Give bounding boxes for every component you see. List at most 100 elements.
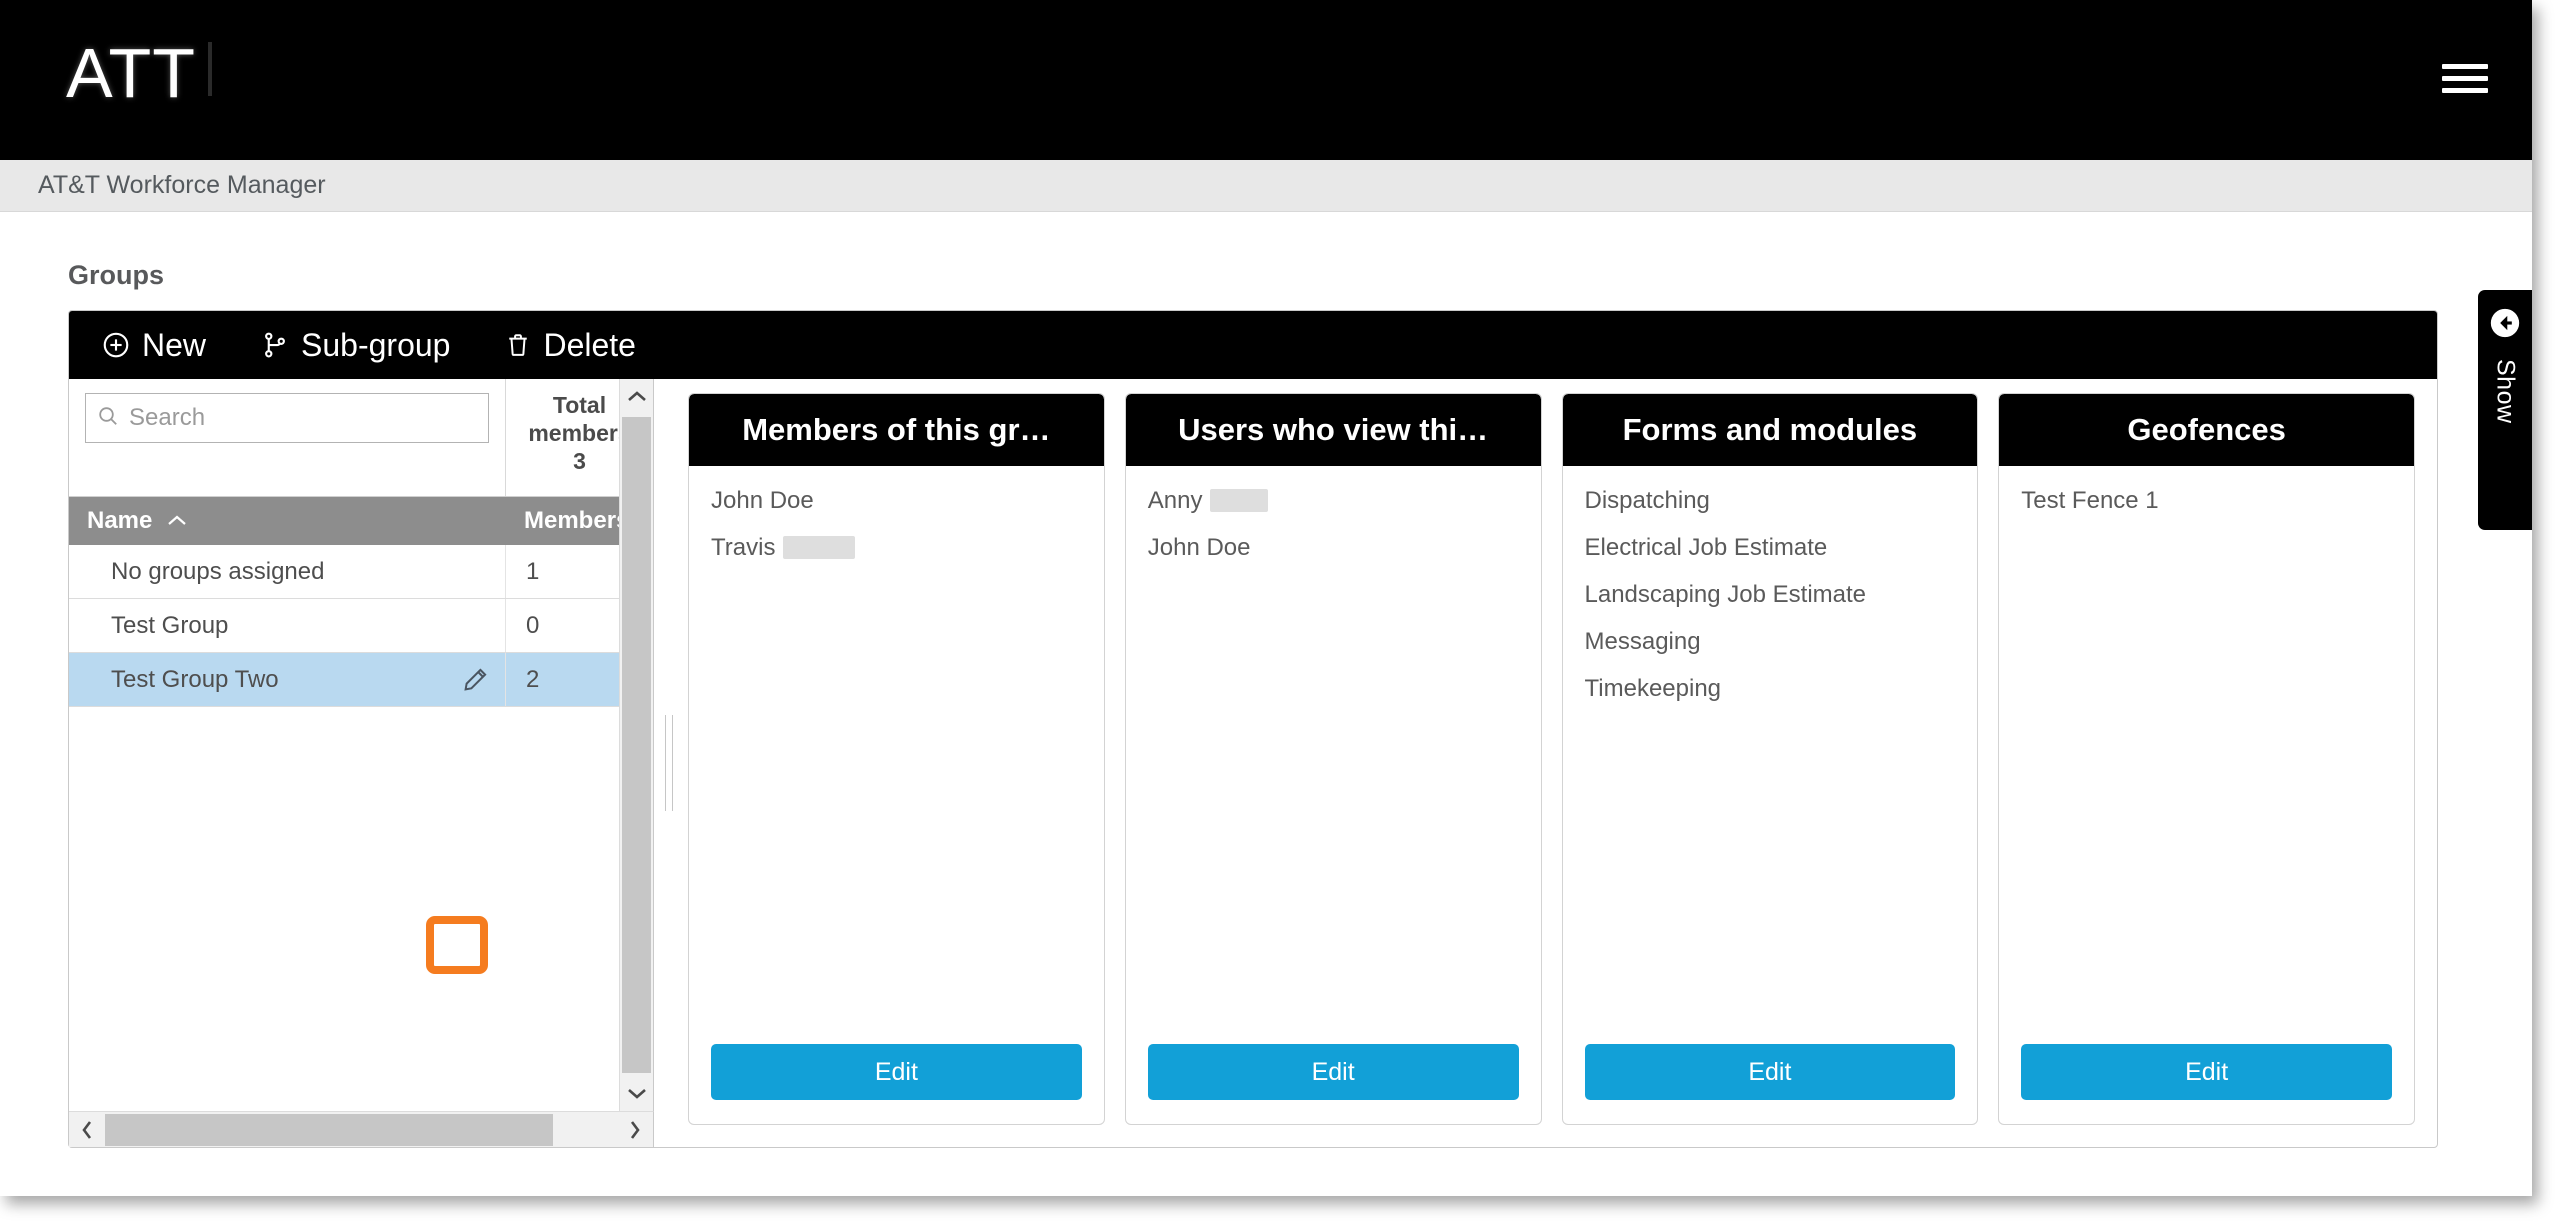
card-title: Forms and modules: [1562, 394, 1978, 466]
content-area: Groups New Sub-group Delete Search Total…: [0, 212, 2532, 1196]
grid-scroll-area: Total members 3 Name: [69, 379, 654, 1111]
table-row[interactable]: Test Group 0: [69, 599, 653, 653]
top-header-bar: ATT: [0, 0, 2532, 160]
card-body: Test Fence 1: [1999, 466, 2414, 1044]
grid-filter-row: Total members 3: [69, 379, 653, 497]
edit-viewers-button[interactable]: Edit: [1147, 1044, 1519, 1100]
card-geofences: Geofences Test Fence 1 Edit: [1998, 393, 2415, 1125]
hamburger-icon[interactable]: [2442, 58, 2488, 98]
list-item-label: Test Fence 1: [2021, 487, 2159, 514]
total-members-line2: members: [528, 420, 631, 447]
show-panel-tab-label: Show: [2491, 359, 2520, 424]
column-header-name-label: Name: [87, 507, 153, 534]
splitter-line-1: [665, 715, 666, 811]
branch-icon: [260, 330, 290, 360]
trash-icon: [504, 330, 532, 360]
detail-cards-region: Members of this gr… John Doe Travis Edit…: [684, 379, 2437, 1147]
plus-circle-icon: [101, 330, 131, 360]
list-item: Test Fence 1: [2021, 484, 2392, 517]
new-button-label: New: [142, 326, 207, 363]
show-panel-tab[interactable]: Show: [2478, 290, 2532, 530]
group-name-text: Test Group: [111, 611, 229, 639]
card-members-of-this-group: Members of this gr… John Doe Travis Edit: [688, 393, 1105, 1125]
list-item-label: Electrical Job Estimate: [1584, 534, 1828, 562]
scroll-down-icon[interactable]: [620, 1075, 653, 1111]
cell-group-name: Test Group Two: [69, 653, 506, 706]
total-members-line1: Total: [552, 392, 607, 418]
members-count-text: 2: [526, 665, 540, 693]
list-item: Dispatching: [1585, 484, 1956, 517]
cell-group-name: Test Group: [69, 599, 506, 652]
hamburger-bar-2: [2442, 75, 2488, 81]
cell-group-name: No groups assigned: [69, 545, 506, 598]
edit-members-button[interactable]: Edit: [711, 1044, 1082, 1100]
edit-forms-button[interactable]: Edit: [1584, 1044, 1956, 1100]
logo-divider: [208, 42, 212, 96]
groups-toolbar: New Sub-group Delete: [69, 311, 2437, 379]
panel-body: Total members 3 Name: [69, 379, 2437, 1147]
card-title: Geofences: [1999, 394, 2414, 466]
redacted-text-block: [783, 536, 856, 560]
card-forms-and-modules: Forms and modules Dispatching Electrical…: [1561, 393, 1979, 1125]
list-item: Electrical Job Estimate: [1585, 531, 1956, 564]
sub-group-button-label: Sub-group: [301, 326, 451, 363]
grid-filter-cell-name: [69, 379, 506, 496]
splitter-handle[interactable]: [665, 715, 673, 811]
card-footer: Edit: [1563, 1044, 1978, 1124]
search-box[interactable]: [85, 393, 489, 443]
app-name-bar: AT&T Workforce Manager: [0, 160, 2532, 212]
grid-horizontal-scrollbar[interactable]: [69, 1111, 654, 1147]
list-item: John Doe: [711, 484, 1082, 517]
card-footer: Edit: [1126, 1044, 1541, 1124]
list-item: Landscaping Job Estimate: [1585, 578, 1956, 611]
list-item-label: Travis: [711, 534, 776, 562]
list-item-label: Dispatching: [1584, 487, 1710, 514]
new-button[interactable]: New: [101, 327, 206, 364]
grid-vertical-scroll-thumb[interactable]: [622, 417, 651, 1073]
groups-panel: New Sub-group Delete Search Total member…: [68, 310, 2438, 1148]
group-name-text: Test Group Two: [111, 665, 279, 693]
delete-button-label: Delete: [543, 326, 636, 363]
group-name-text: No groups assigned: [111, 557, 325, 585]
list-item: Anny: [1148, 484, 1519, 517]
column-header-members-label: Members: [524, 507, 630, 534]
column-header-name[interactable]: Name: [69, 507, 506, 535]
grid-horizontal-scroll-thumb[interactable]: [105, 1113, 553, 1146]
scroll-left-icon[interactable]: [69, 1112, 105, 1147]
card-body: Anny John Doe: [1126, 466, 1541, 1044]
search-input[interactable]: [129, 404, 478, 432]
members-count-text: 1: [526, 557, 540, 585]
grid-vertical-scrollbar[interactable]: [619, 379, 653, 1111]
table-row-selected[interactable]: Test Group Two 2: [69, 653, 653, 707]
card-footer: Edit: [1999, 1044, 2414, 1124]
redacted-text-block: [1210, 489, 1269, 513]
scroll-right-icon[interactable]: [617, 1112, 653, 1147]
panel-splitter[interactable]: [654, 379, 684, 1147]
delete-button[interactable]: Delete: [504, 327, 636, 364]
list-item-label: John Doe: [711, 487, 814, 514]
table-row[interactable]: No groups assigned 1: [69, 545, 653, 599]
list-item-label: Anny: [1147, 487, 1203, 514]
list-item-label: Timekeeping: [1584, 675, 1722, 703]
card-users-who-view-this-group: Users who view thi… Anny John Doe Edit: [1124, 393, 1542, 1125]
sub-group-button[interactable]: Sub-group: [260, 327, 450, 364]
page-title: Groups: [68, 260, 165, 290]
list-item-label: John Doe: [1147, 534, 1251, 562]
list-item-label: Landscaping Job Estimate: [1584, 581, 1867, 609]
total-members-value: 3: [573, 448, 586, 475]
total-members-aggregate: Total members 3: [528, 391, 630, 475]
pencil-icon[interactable]: [451, 657, 499, 703]
card-footer: Edit: [689, 1044, 1104, 1124]
sort-ascending-icon: [166, 507, 188, 535]
edit-geofences-button[interactable]: Edit: [2021, 1044, 2392, 1100]
card-title: Users who view thi…: [1125, 394, 1541, 466]
hamburger-bar-3: [2442, 87, 2488, 93]
list-item: Messaging: [1585, 625, 1956, 658]
card-body: John Doe Travis: [689, 466, 1104, 1044]
splitter-line-2: [672, 715, 673, 811]
card-body: Dispatching Electrical Job Estimate Land…: [1563, 466, 1978, 1044]
att-logo: ATT: [66, 34, 197, 112]
list-item-label: Messaging: [1584, 628, 1701, 656]
application-window: ATT AT&T Workforce Manager Groups New Su…: [0, 0, 2532, 1196]
scroll-up-icon[interactable]: [620, 379, 653, 415]
